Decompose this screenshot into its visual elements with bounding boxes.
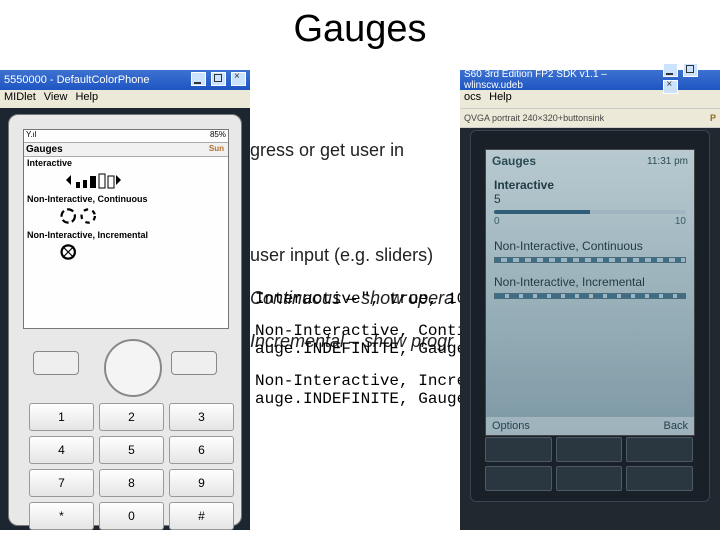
screen-title: Gauges	[24, 142, 228, 157]
gauge-value: 5	[494, 192, 686, 206]
code-sample: Interactive", true, 10 Non-Interactive, …	[255, 290, 285, 408]
code-line: Non-Interactive, Incre	[255, 372, 285, 390]
emulator-wtk: 5550000 - DefaultColorPhone MIDlet View …	[0, 70, 250, 530]
gauge-label: Interactive	[27, 158, 225, 168]
softkey-left[interactable]	[33, 351, 79, 375]
slide-title: Gauges	[0, 8, 720, 51]
key-0[interactable]: 0	[99, 502, 164, 530]
end-key[interactable]	[626, 466, 693, 491]
slider-min: 0	[494, 216, 500, 227]
code-line: auge.INDEFINITE, Gauge	[255, 340, 285, 358]
softkey-right-label[interactable]: Back	[664, 420, 688, 432]
body-line: user input (e.g. sliders)	[250, 245, 285, 266]
softkey-left[interactable]	[485, 437, 552, 462]
resolution-label: QVGA portrait 240×320+buttonsink	[464, 113, 604, 123]
window-titlebar[interactable]: 5550000 - DefaultColorPhone	[0, 70, 250, 90]
emulator-s60: S60 3rd Edition FP2 SDK v1.1 – wlinscw.u…	[460, 70, 720, 530]
key-star[interactable]: *	[29, 502, 94, 530]
signal-icon: Y.ıl	[26, 130, 37, 142]
call-key[interactable]	[485, 466, 552, 491]
key-7[interactable]: 7	[29, 469, 94, 497]
sun-logo: Sun	[209, 144, 224, 153]
gauge-label: Non-Interactive, Incremental	[494, 275, 686, 289]
key-2[interactable]: 2	[99, 403, 164, 431]
menu-item[interactable]: View	[44, 91, 68, 107]
menu-item[interactable]: Help	[75, 91, 98, 107]
key-9[interactable]: 9	[169, 469, 234, 497]
menubar: MIDlet View Help	[0, 90, 250, 108]
interactive-gauge[interactable]	[27, 170, 225, 192]
p-icon: P	[710, 113, 716, 123]
continuous-gauge	[27, 206, 225, 228]
menu-item[interactable]: MIDlet	[4, 91, 36, 107]
window-titlebar[interactable]: S60 3rd Edition FP2 SDK v1.1 – wlinscw.u…	[460, 70, 720, 90]
numeric-keypad: 1 2 3 4 5 6 7 8 9 * 0 #	[29, 403, 234, 530]
body-line: gress or get user in	[250, 140, 285, 161]
minimize-icon[interactable]	[663, 63, 678, 77]
gauge-label: Non-Interactive, Continuous	[494, 239, 686, 253]
phone-screen: Sun Y.ıl 85% Gauges Interactive	[23, 129, 229, 329]
battery-indicator: 85%	[210, 130, 226, 142]
close-icon[interactable]	[663, 80, 678, 94]
window-title: S60 3rd Edition FP2 SDK v1.1 – wlinscw.u…	[464, 69, 661, 91]
screen-title: Gauges	[492, 154, 536, 168]
close-icon[interactable]	[231, 72, 246, 86]
dpad[interactable]	[104, 339, 162, 397]
key-hash[interactable]: #	[169, 502, 234, 530]
key-4[interactable]: 4	[29, 436, 94, 464]
softkey-left-label[interactable]: Options	[492, 420, 530, 432]
menu-item[interactable]: Help	[489, 91, 512, 107]
softkey-right[interactable]	[171, 351, 217, 375]
gauge-label: Non-Interactive, Incremental	[27, 230, 225, 240]
code-line: Interactive", true, 10	[255, 290, 285, 308]
interactive-slider[interactable]	[494, 210, 686, 214]
incremental-gauge	[27, 242, 225, 264]
menu-key[interactable]	[556, 466, 623, 491]
key-5[interactable]: 5	[99, 436, 164, 464]
phone-shell: Sun Y.ıl 85% Gauges Interactive	[8, 114, 242, 526]
key-8[interactable]: 8	[99, 469, 164, 497]
phone-shell: Gauges 11:31 pm Interactive 5 0 10 Non-I…	[470, 130, 710, 502]
toolbar: QVGA portrait 240×320+buttonsink P	[460, 108, 720, 128]
gauge-label: Non-Interactive, Continuous	[27, 194, 225, 204]
key-3[interactable]: 3	[169, 403, 234, 431]
key-6[interactable]: 6	[169, 436, 234, 464]
dpad[interactable]	[556, 437, 623, 462]
code-line: Non-Interactive, Conti	[255, 322, 285, 340]
slider-max: 10	[675, 216, 686, 227]
softkey-right[interactable]	[626, 437, 693, 462]
maximize-icon[interactable]	[211, 72, 226, 86]
key-1[interactable]: 1	[29, 403, 94, 431]
window-title: 5550000 - DefaultColorPhone	[4, 74, 150, 86]
clock: 11:31 pm	[647, 156, 688, 167]
incremental-gauge	[494, 293, 686, 299]
gauge-label: Interactive	[494, 178, 686, 192]
menu-item[interactable]: ocs	[464, 91, 481, 107]
continuous-gauge	[494, 257, 686, 263]
phone-screen: Gauges 11:31 pm Interactive 5 0 10 Non-I…	[485, 149, 695, 436]
hardware-keys	[485, 437, 693, 491]
minimize-icon[interactable]	[191, 72, 206, 86]
maximize-icon[interactable]	[683, 63, 698, 77]
code-line: auge.INDEFINITE, Gauge	[255, 390, 285, 408]
